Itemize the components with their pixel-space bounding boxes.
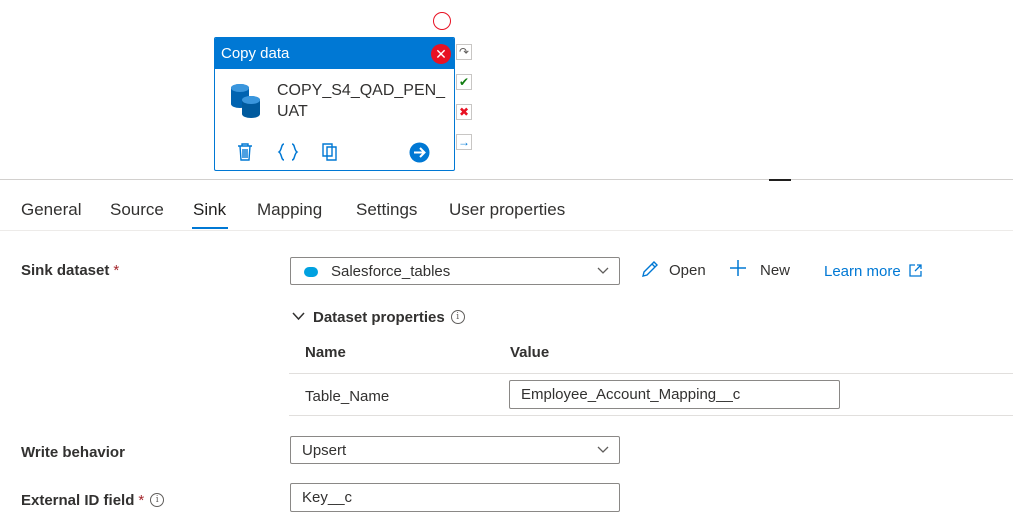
- table-divider: [289, 415, 1013, 416]
- property-value-input[interactable]: Employee_Account_Mapping__c: [509, 380, 840, 409]
- panel-resize-handle[interactable]: [769, 179, 791, 181]
- copy-data-activity[interactable]: Copy data ✕ COPY_S4_QAD_PEN_UAT: [214, 37, 455, 171]
- info-icon[interactable]: i: [450, 310, 465, 324]
- copy-icon[interactable]: [320, 142, 340, 162]
- code-icon[interactable]: [277, 142, 299, 162]
- column-header-name: Name: [305, 344, 346, 361]
- learn-more-link[interactable]: Learn more: [824, 263, 922, 280]
- tab-general[interactable]: General: [21, 200, 81, 220]
- property-name: Table_Name: [305, 388, 390, 405]
- tab-settings[interactable]: Settings: [356, 200, 417, 220]
- required-indicator: *: [138, 492, 145, 509]
- external-id-label: External ID field * i: [21, 492, 165, 509]
- tabs-divider: [0, 230, 1013, 231]
- chevron-down-icon: [597, 446, 609, 453]
- external-id-input[interactable]: Key__c: [290, 483, 620, 512]
- external-id-label-text: External ID field: [21, 492, 135, 509]
- completion-output-icon[interactable]: →: [456, 134, 472, 150]
- activity-header: Copy data: [215, 38, 454, 69]
- delete-icon[interactable]: [236, 142, 254, 162]
- breakpoint-marker[interactable]: [433, 12, 451, 30]
- required-indicator: *: [113, 262, 120, 279]
- database-icon: [231, 84, 260, 118]
- open-button[interactable]: Open: [669, 261, 706, 281]
- sink-dataset-value: Salesforce_tables: [331, 263, 451, 280]
- failure-output-icon[interactable]: ✖: [456, 104, 472, 120]
- skip-output-icon[interactable]: ↷: [456, 44, 472, 60]
- tab-user-properties[interactable]: User properties: [449, 200, 565, 220]
- canvas-divider: [0, 179, 1013, 180]
- salesforce-icon: [304, 267, 318, 277]
- write-behavior-label: Write behavior: [21, 444, 125, 461]
- learn-more-text: Learn more: [824, 263, 901, 280]
- write-behavior-select[interactable]: Upsert: [290, 436, 620, 464]
- arrow-right-circle-icon[interactable]: [409, 142, 430, 163]
- close-icon[interactable]: ✕: [431, 44, 451, 64]
- success-output-icon[interactable]: ✔: [456, 74, 472, 90]
- dataset-properties-title: Dataset properties: [313, 309, 445, 326]
- activity-name: COPY_S4_QAD_PEN_UAT: [277, 82, 446, 120]
- column-header-value: Value: [510, 344, 550, 361]
- info-icon[interactable]: i: [150, 493, 165, 507]
- edit-icon[interactable]: [640, 259, 660, 279]
- sink-dataset-select[interactable]: Salesforce_tables: [290, 257, 620, 285]
- sink-dataset-label: Sink dataset *: [21, 262, 119, 279]
- tab-sink[interactable]: Sink: [193, 200, 226, 220]
- tab-source[interactable]: Source: [110, 200, 164, 220]
- tab-mapping[interactable]: Mapping: [257, 200, 322, 220]
- write-behavior-value: Upsert: [302, 442, 347, 459]
- table-divider: [289, 373, 1013, 374]
- active-tab-indicator: [192, 227, 228, 229]
- sink-dataset-label-text: Sink dataset: [21, 262, 110, 279]
- activity-type-label: Copy data: [221, 45, 290, 62]
- dataset-properties-toggle[interactable]: Dataset properties i: [292, 309, 465, 326]
- chevron-down-icon: [597, 267, 609, 274]
- plus-icon[interactable]: [729, 259, 747, 277]
- chevron-down-icon: [292, 312, 305, 321]
- new-button[interactable]: New: [760, 261, 790, 281]
- external-link-icon: [909, 264, 922, 277]
